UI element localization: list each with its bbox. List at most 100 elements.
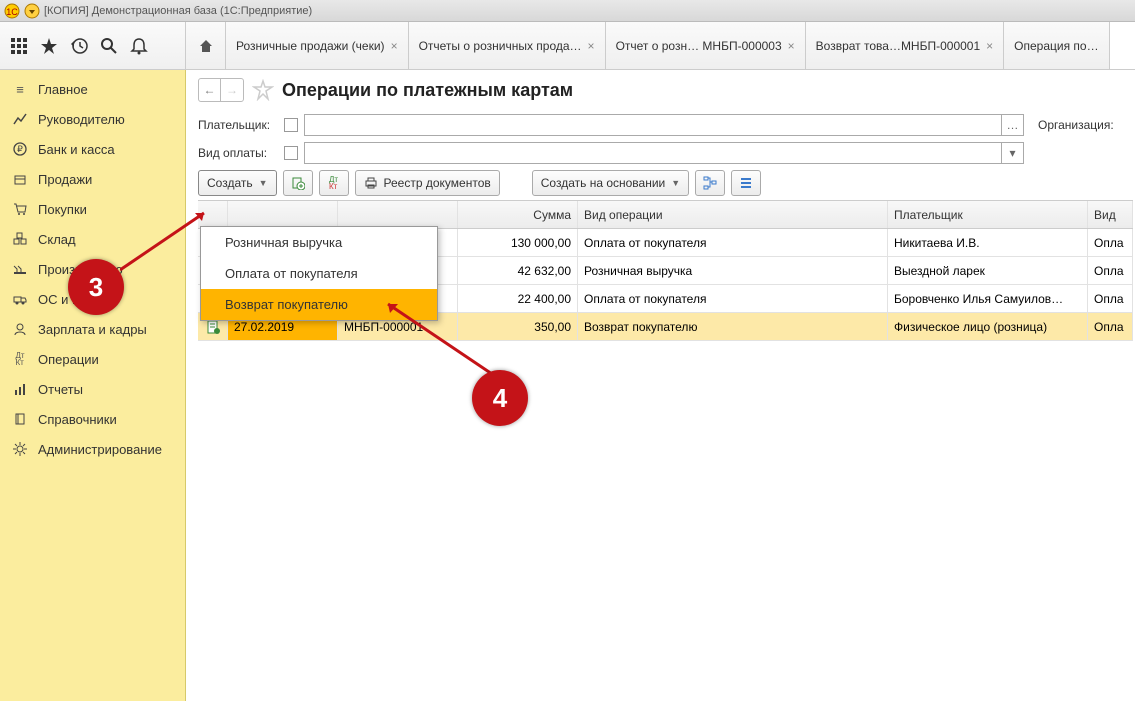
tab-1[interactable]: Отчеты о розничных прода…× xyxy=(409,22,606,69)
th-op[interactable]: Вид операции xyxy=(578,201,888,228)
tab-3[interactable]: Возврат това…МНБП-000001 × xyxy=(806,22,1005,69)
sidebar-item-main[interactable]: ≡Главное xyxy=(0,74,185,104)
home-icon xyxy=(198,38,214,54)
cell-op: Розничная выручка xyxy=(578,257,888,284)
th-kind[interactable]: Вид xyxy=(1088,201,1133,228)
choose-icon[interactable]: … xyxy=(1001,115,1023,135)
dtkt-button[interactable]: ДтКт xyxy=(319,170,349,196)
bell-icon[interactable] xyxy=(130,37,148,55)
star-icon[interactable] xyxy=(40,37,58,55)
tab-4[interactable]: Операция по… xyxy=(1004,22,1109,69)
th-date[interactable] xyxy=(228,201,338,228)
document-icon xyxy=(206,320,220,334)
sidebar-item-hr[interactable]: Зарплата и кадры xyxy=(0,314,185,344)
cell-op: Оплата от покупателя xyxy=(578,229,888,256)
chevron-down-icon: ▼ xyxy=(259,178,268,188)
sidebar-label: Покупки xyxy=(38,202,87,217)
registry-label: Реестр документов xyxy=(384,176,491,190)
chart-line-icon xyxy=(12,111,28,127)
dtkt-icon: ДтКт xyxy=(329,176,338,190)
menu-item-retail-revenue[interactable]: Розничная выручка xyxy=(201,227,437,258)
th-sum[interactable]: Сумма xyxy=(458,201,578,228)
sidebar: ≡Главное Руководителю ₽ Банк и касса Прод… xyxy=(0,70,186,701)
package-icon xyxy=(12,171,28,187)
sidebar-item-admin[interactable]: Администрирование xyxy=(0,434,185,464)
print-icon xyxy=(364,176,378,190)
sidebar-item-reports[interactable]: Отчеты xyxy=(0,374,185,404)
cell-sum: 42 632,00 xyxy=(458,257,578,284)
sidebar-label: Отчеты xyxy=(38,382,83,397)
cell-op: Возврат покупателю xyxy=(578,313,888,340)
menu-item-payment-from-customer[interactable]: Оплата от покупателя xyxy=(201,258,437,289)
tabstrip: Розничные продажи (чеки) × Отчеты о розни… xyxy=(186,22,1135,69)
sidebar-label: Руководителю xyxy=(38,112,125,127)
tab-label: Операция по… xyxy=(1014,39,1098,53)
create-button[interactable]: Создать ▼ xyxy=(198,170,277,196)
payer-filter-label: Плательщик: xyxy=(198,118,278,132)
home-tab[interactable] xyxy=(186,22,226,69)
create-label: Создать xyxy=(207,176,253,190)
payer-filter-input[interactable]: … xyxy=(304,114,1024,136)
create-based-button[interactable]: Создать на основании ▼ xyxy=(532,170,689,196)
paytype-filter-input[interactable]: ▾ xyxy=(304,142,1024,164)
sidebar-label: Склад xyxy=(38,232,76,247)
cell-op: Оплата от покупателя xyxy=(578,285,888,312)
list-view-button[interactable] xyxy=(731,170,761,196)
tab-close-icon[interactable]: × xyxy=(391,39,398,53)
window-title: [КОПИЯ] Демонстрационная база (1С:Предпр… xyxy=(44,5,312,17)
cell-kind: Опла xyxy=(1088,285,1133,312)
apps-grid-icon[interactable] xyxy=(10,37,28,55)
table-header-row: Сумма Вид операции Плательщик Вид xyxy=(198,201,1133,229)
copy-plus-icon xyxy=(291,176,305,190)
copy-button[interactable] xyxy=(283,170,313,196)
tab-close-icon[interactable]: × xyxy=(588,39,595,53)
sidebar-label: Администрирование xyxy=(38,442,162,457)
dtkt-icon: ДтКт xyxy=(12,351,28,367)
search-icon[interactable] xyxy=(100,37,118,55)
favorite-star-icon[interactable] xyxy=(252,79,274,101)
tab-2[interactable]: Отчет о розн… МНБП-000003 × xyxy=(606,22,806,69)
sidebar-label: Справочники xyxy=(38,412,117,427)
th-num[interactable] xyxy=(338,201,458,228)
paytype-filter-checkbox[interactable] xyxy=(284,146,298,160)
ruble-icon: ₽ xyxy=(12,141,28,157)
payer-filter-checkbox[interactable] xyxy=(284,118,298,132)
book-icon xyxy=(12,411,28,427)
related-button[interactable] xyxy=(695,170,725,196)
cell-payer: Боровченко Илья Самуилов… xyxy=(888,285,1088,312)
svg-text:₽: ₽ xyxy=(17,144,23,154)
tab-0[interactable]: Розничные продажи (чеки) × xyxy=(226,22,409,69)
nav-forward-button[interactable]: → xyxy=(221,79,243,101)
sidebar-item-operations[interactable]: ДтКт Операции xyxy=(0,344,185,374)
nav-back-button[interactable]: ← xyxy=(199,79,221,101)
sidebar-item-bank[interactable]: ₽ Банк и касса xyxy=(0,134,185,164)
sidebar-item-manager[interactable]: Руководителю xyxy=(0,104,185,134)
chevron-down-icon: ▼ xyxy=(671,178,680,188)
bars-icon xyxy=(12,381,28,397)
menu-icon: ≡ xyxy=(12,81,28,97)
dropdown-icon[interactable]: ▾ xyxy=(1001,143,1023,163)
paytype-filter-label: Вид оплаты: xyxy=(198,146,278,160)
boxes-icon xyxy=(12,231,28,247)
sidebar-label: Банк и касса xyxy=(38,142,115,157)
main-content: ← → Операции по платежным картам Платель… xyxy=(186,70,1135,701)
tab-close-icon[interactable]: × xyxy=(788,39,795,53)
sidebar-item-catalogs[interactable]: Справочники xyxy=(0,404,185,434)
registry-button[interactable]: Реестр документов xyxy=(355,170,500,196)
tab-label: Розничные продажи (чеки) xyxy=(236,39,385,53)
create-based-label: Создать на основании xyxy=(541,176,666,190)
tab-label: Возврат това…МНБП-000001 xyxy=(816,39,980,53)
sidebar-label: Операции xyxy=(38,352,99,367)
tab-close-icon[interactable]: × xyxy=(986,39,993,53)
window-titlebar: 1C [КОПИЯ] Демонстрационная база (1С:Пре… xyxy=(0,0,1135,22)
gear-icon xyxy=(12,441,28,457)
tab-label: Отчет о розн… МНБП-000003 xyxy=(616,39,782,53)
history-icon[interactable] xyxy=(70,37,88,55)
th-payer[interactable]: Плательщик xyxy=(888,201,1088,228)
truck-icon xyxy=(12,291,28,307)
sidebar-label: Зарплата и кадры xyxy=(38,322,147,337)
dropdown-title-icon[interactable] xyxy=(24,3,40,19)
sidebar-item-sales[interactable]: Продажи xyxy=(0,164,185,194)
command-bar: Создать ▼ ДтКт Реестр документов Создать … xyxy=(198,170,1135,196)
page-title: Операции по платежным картам xyxy=(282,80,573,101)
